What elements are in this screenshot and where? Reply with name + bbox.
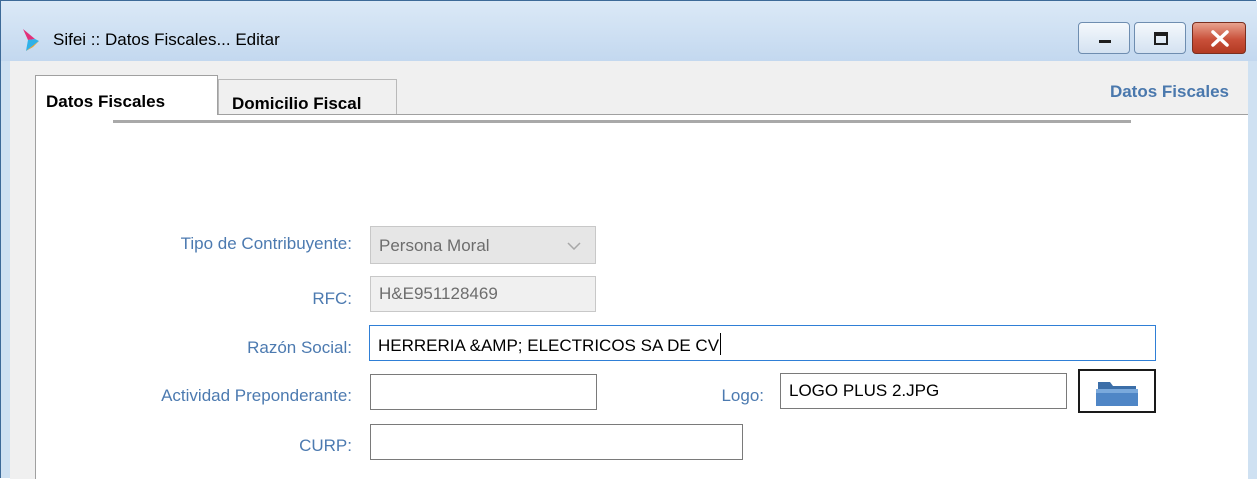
section-separator <box>113 120 1131 123</box>
browse-logo-button[interactable] <box>1078 369 1156 413</box>
folder-icon <box>1096 382 1138 406</box>
window-title: Sifei :: Datos Fiscales... Editar <box>53 30 280 49</box>
razon-social-label: Razón Social: <box>247 338 352 357</box>
tab-datos-fiscales[interactable]: Datos Fiscales <box>35 75 218 115</box>
text-caret <box>720 333 722 355</box>
tab-domicilio-fiscal[interactable]: Domicilio Fiscal <box>218 79 397 117</box>
actividad-label: Actividad Preponderante: <box>161 386 352 405</box>
tipo-contribuyente-value: Persona Moral <box>379 236 490 255</box>
actividad-field[interactable] <box>370 374 597 410</box>
maximize-button[interactable] <box>1134 22 1186 54</box>
razon-social-field[interactable]: HERRERIA &AMP; ELECTRICOS SA DE CV <box>369 325 1156 361</box>
section-title: Datos Fiscales <box>1109 82 1229 101</box>
app-logo-icon <box>23 29 39 51</box>
tipo-contribuyente-label: Tipo de Contribuyente: <box>180 234 352 253</box>
logo-field[interactable]: LOGO PLUS 2.JPG <box>780 373 1067 409</box>
rfc-field[interactable]: H&E951128469 <box>370 276 596 312</box>
title-bar[interactable]: Sifei :: Datos Fiscales... Editar <box>1 1 1257 61</box>
rfc-label: RFC: <box>312 289 352 308</box>
logo-label: Logo: <box>721 386 764 405</box>
curp-label: CURP: <box>299 436 352 455</box>
chevron-down-icon <box>567 242 581 250</box>
close-icon <box>1211 30 1229 47</box>
minimize-icon <box>1099 40 1111 43</box>
maximize-icon <box>1154 32 1168 45</box>
tipo-contribuyente-select[interactable]: Persona Moral <box>370 226 596 264</box>
razon-social-value: HERRERIA &AMP; ELECTRICOS SA DE CV <box>378 336 720 355</box>
curp-field[interactable] <box>370 424 743 460</box>
minimize-button[interactable] <box>1078 22 1130 54</box>
close-button[interactable] <box>1192 22 1246 54</box>
content-area: Datos Fiscales Domicilio Fiscal <box>10 61 1248 479</box>
